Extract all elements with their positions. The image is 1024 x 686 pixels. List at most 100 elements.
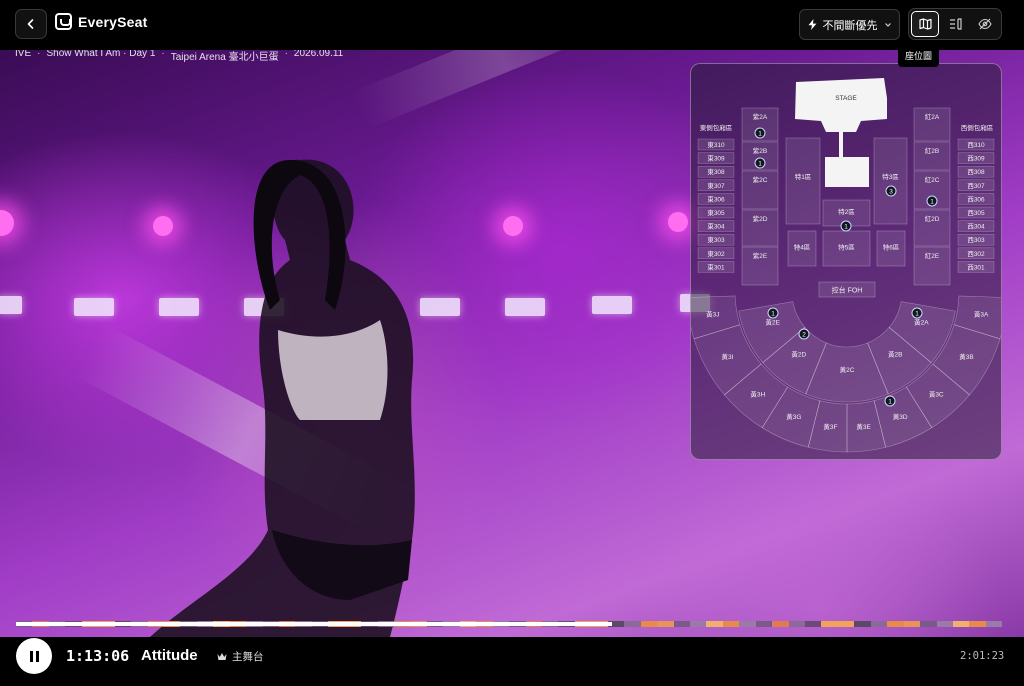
seat-count-label: 1 bbox=[771, 310, 775, 317]
section-label[interactable]: 黃2E bbox=[765, 318, 780, 327]
section-label[interactable]: 黃3F bbox=[823, 422, 837, 431]
section-label[interactable]: 紫2D bbox=[753, 215, 768, 223]
section-label[interactable]: 紅2C bbox=[925, 175, 940, 184]
section-label[interactable]: 黃3J bbox=[706, 309, 719, 318]
seat-count-label: 1 bbox=[930, 198, 934, 205]
section-label[interactable]: 黃3B bbox=[959, 352, 973, 361]
meta-separator: · bbox=[284, 48, 288, 59]
timeline-played bbox=[16, 622, 612, 626]
timeline-segment bbox=[706, 621, 723, 627]
top-bar: EverySeat 不間斷優先 bbox=[0, 0, 1024, 50]
section-label[interactable]: 黃3E bbox=[856, 422, 871, 431]
box-label[interactable]: 西308 bbox=[967, 168, 985, 176]
floor-section[interactable] bbox=[873, 137, 908, 225]
section-label[interactable]: 黃2A bbox=[914, 318, 929, 327]
box-label[interactable]: 東307 bbox=[707, 181, 725, 190]
stage-light bbox=[0, 296, 22, 314]
seatmap-view-button[interactable] bbox=[911, 11, 940, 37]
box-label[interactable]: 西301 bbox=[967, 263, 985, 271]
back-button[interactable] bbox=[15, 9, 47, 39]
timeline-segment bbox=[870, 621, 888, 627]
timeline-segment bbox=[624, 621, 641, 627]
box-label[interactable]: 西303 bbox=[967, 236, 985, 244]
box-label[interactable]: 東301 bbox=[707, 262, 725, 271]
timeline-segment bbox=[722, 621, 740, 627]
stage-name: 主舞台 bbox=[232, 651, 264, 663]
timeline-segment bbox=[657, 621, 674, 627]
section-label[interactable]: 黃2B bbox=[888, 349, 902, 358]
box-label[interactable]: 東305 bbox=[707, 208, 725, 217]
timeline-segment bbox=[887, 621, 904, 627]
section-label[interactable]: 黃2D bbox=[791, 349, 806, 358]
section-label[interactable]: 紫2A bbox=[753, 113, 768, 121]
box-label[interactable]: 東309 bbox=[707, 154, 725, 163]
floor-section[interactable] bbox=[785, 137, 821, 225]
section-label[interactable]: 紫2C bbox=[753, 176, 768, 184]
box-label[interactable]: 東308 bbox=[707, 167, 725, 176]
timeline-segment bbox=[640, 621, 658, 627]
section-label[interactable]: 紫2B bbox=[753, 147, 767, 155]
artist-name: IVE bbox=[15, 48, 32, 59]
pause-button[interactable] bbox=[16, 638, 52, 674]
red-section[interactable] bbox=[913, 107, 951, 142]
box-label[interactable]: 東310 bbox=[707, 140, 725, 149]
seat-map-canvas: STAGE 特1區特2區 特3區特4區 特5區 特6區 1 3 控台 FOH 紫2A 紫2B 紫2C… bbox=[691, 78, 1001, 453]
box-label[interactable]: 東306 bbox=[707, 194, 725, 203]
list-split-icon bbox=[949, 18, 962, 30]
stage-light bbox=[592, 296, 632, 314]
seat-count-label: 2 bbox=[802, 331, 806, 338]
section-label[interactable]: 紅2D bbox=[925, 214, 940, 223]
section-label[interactable]: 特3區 bbox=[882, 172, 899, 181]
section-label[interactable]: 黃3A bbox=[974, 309, 989, 318]
timeline-segment bbox=[821, 621, 838, 627]
crown-icon bbox=[217, 653, 227, 660]
timeline-segment bbox=[739, 621, 756, 627]
section-label[interactable]: 紅2E bbox=[925, 251, 940, 260]
box-label[interactable]: 東304 bbox=[707, 222, 725, 231]
priority-label: 不間斷優先 bbox=[822, 19, 878, 32]
section-label[interactable]: 黃3H bbox=[750, 390, 765, 399]
box-label[interactable]: 東302 bbox=[707, 249, 725, 258]
performer-figure bbox=[150, 159, 415, 637]
section-label[interactable]: 紫2E bbox=[753, 252, 768, 260]
event-meta: IVE · Show What I Am · Day 1 · Taipei Ar… bbox=[15, 48, 343, 63]
box-label[interactable]: 西307 bbox=[967, 182, 985, 190]
app-root: EverySeat 不間斷優先 座位圖 IVE · Show What I Am… bbox=[0, 0, 1024, 686]
pause-icon bbox=[28, 650, 40, 662]
section-label[interactable]: 紅2A bbox=[925, 112, 940, 121]
box-label[interactable]: 西302 bbox=[967, 250, 985, 258]
section-label[interactable]: 黃3I bbox=[722, 352, 734, 361]
list-view-button[interactable] bbox=[941, 11, 969, 37]
section-label[interactable]: 特1區 bbox=[795, 172, 812, 181]
show-name: Show What I Am · Day 1 bbox=[46, 48, 156, 59]
section-label[interactable]: 特4區 bbox=[794, 243, 811, 252]
red-section[interactable] bbox=[913, 141, 951, 171]
section-label[interactable]: 特5區 bbox=[838, 243, 855, 252]
box-label[interactable]: 西305 bbox=[967, 209, 985, 217]
hide-overlay-button[interactable] bbox=[971, 11, 999, 37]
timeline-segment bbox=[837, 621, 855, 627]
foh-label: 控台 FOH bbox=[832, 286, 863, 295]
priority-dropdown[interactable]: 不間斷優先 bbox=[799, 9, 900, 40]
section-label[interactable]: 紅2B bbox=[925, 146, 939, 155]
box-label[interactable]: 西309 bbox=[967, 155, 985, 163]
chevron-down-icon bbox=[884, 22, 891, 27]
stage-flare bbox=[0, 210, 14, 236]
box-label[interactable]: 西310 bbox=[967, 141, 985, 149]
box-label[interactable]: 東303 bbox=[707, 235, 725, 244]
section-label[interactable]: 黃3D bbox=[893, 412, 908, 421]
section-label[interactable]: 黃3G bbox=[786, 412, 801, 421]
logo-icon bbox=[55, 13, 72, 30]
app-logo[interactable]: EverySeat bbox=[55, 13, 148, 30]
timeline-bar[interactable] bbox=[16, 621, 1003, 627]
section-label[interactable]: 黃3C bbox=[929, 390, 944, 399]
section-label[interactable]: 黃2C bbox=[840, 365, 855, 374]
total-time: 2:01:23 bbox=[960, 650, 1005, 662]
east-box-title[interactable]: 東側包廂區 bbox=[700, 123, 733, 132]
box-label[interactable]: 西304 bbox=[967, 223, 985, 231]
section-label[interactable]: 特2區 bbox=[838, 207, 855, 216]
box-label[interactable]: 西306 bbox=[967, 195, 985, 203]
section-label[interactable]: 特6區 bbox=[883, 243, 900, 252]
west-box-title[interactable]: 西側包廂區 bbox=[961, 123, 994, 132]
eye-off-icon bbox=[978, 18, 992, 30]
